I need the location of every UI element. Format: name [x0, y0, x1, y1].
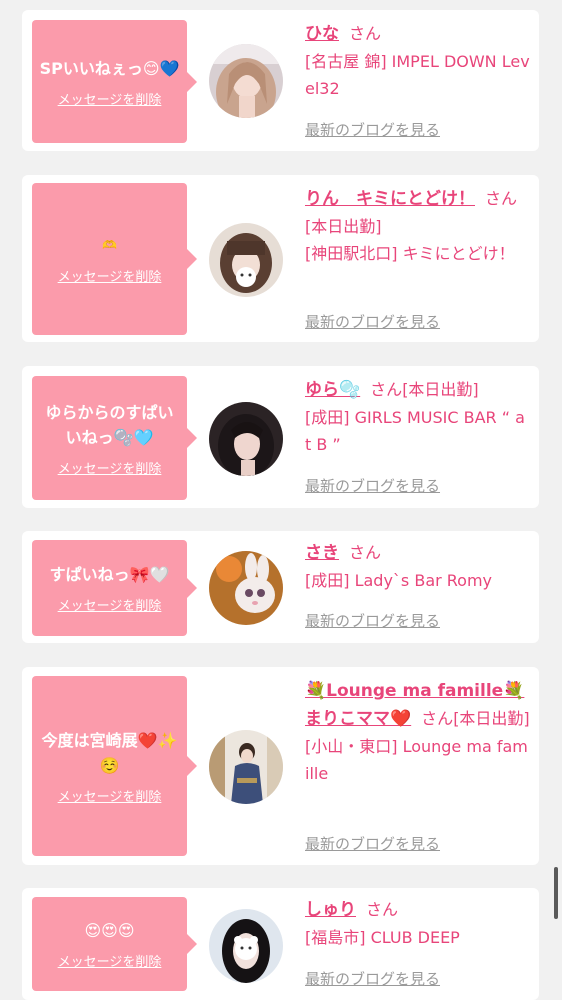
honorific: さん: [370, 380, 403, 399]
cast-info: さき さん [成田] Lady`s Bar Romy: [305, 539, 531, 594]
avatar[interactable]: [209, 551, 283, 625]
cast-photo-bunny-icon: [209, 551, 283, 625]
cast-photo-kimono-icon: [209, 730, 283, 804]
honorific: さん: [349, 24, 382, 43]
message-text: SPいいねぇっ😊💙: [39, 58, 180, 78]
shop-details: [本日出勤] [神田駅北口] キミにとどけ！: [305, 217, 515, 263]
favorite-card: すぱいねっ🎀🤍 メッセージを削除 さき さん [成田] Lady`s Bar Ro…: [22, 531, 539, 643]
favorites-feed: SPいいねぇっ😊💙 メッセージを削除 ひな さん [名古屋 錦] IMPEL DO…: [0, 0, 562, 1000]
latest-blog-link[interactable]: 最新のブログを見る: [305, 119, 440, 140]
cast-name-link[interactable]: しゅり: [305, 900, 356, 920]
favorite-card: 😍😍😍 メッセージを削除 しゅり さん [福島市] CLUB DEEP 最新のブロ…: [22, 888, 539, 1000]
avatar[interactable]: [209, 44, 283, 118]
message-bubble: 😍😍😍 メッセージを削除: [32, 897, 197, 991]
favorite-card: ゆらからのすぱいいねっ🫧🩵 メッセージを削除 ゆら🫧 さん[本日出勤] [成田] …: [22, 366, 539, 508]
honorific: さん: [485, 189, 518, 208]
cast-name-link[interactable]: ひな: [305, 24, 339, 44]
scrollbar[interactable]: [554, 867, 558, 919]
delete-message-link[interactable]: メッセージを削除: [58, 951, 162, 970]
cast-info: りん キミにとどけ！ さん [本日出勤] [神田駅北口] キミにとどけ！: [305, 185, 531, 267]
avatar[interactable]: [209, 909, 283, 983]
cast-photo-masked-icon: [209, 223, 283, 297]
delete-message-link[interactable]: メッセージを削除: [58, 786, 162, 805]
latest-blog-link[interactable]: 最新のブログを見る: [305, 968, 440, 989]
delete-message-link[interactable]: メッセージを削除: [58, 595, 162, 614]
honorific: さん: [421, 709, 454, 728]
latest-blog-link[interactable]: 最新のブログを見る: [305, 311, 440, 332]
cast-name-link[interactable]: りん キミにとどけ！: [305, 189, 475, 209]
message-text: ゆらからのすぱいいねっ🫧🩵: [45, 402, 174, 447]
message-bubble: 今度は宮崎展❤️✨☺️ メッセージを削除: [32, 676, 197, 856]
cast-photo-dark-hair-icon: [209, 402, 283, 476]
delete-message-link[interactable]: メッセージを削除: [58, 266, 162, 285]
cast-info: しゅり さん [福島市] CLUB DEEP: [305, 896, 531, 951]
cast-info: ひな さん [名古屋 錦] IMPEL DOWN Level32: [305, 20, 531, 102]
message-text: すぱいねっ🎀🤍: [49, 565, 170, 584]
honorific: さん: [349, 543, 382, 562]
favorite-card: 今度は宮崎展❤️✨☺️ メッセージを削除 💐Lounge ma famille💐…: [22, 667, 539, 865]
cast-name-link[interactable]: ゆら🫧: [305, 380, 360, 400]
message-text: 😍😍😍: [84, 921, 135, 940]
honorific: さん: [366, 900, 399, 919]
message-bubble: 🫶 メッセージを削除: [32, 183, 197, 335]
latest-blog-link[interactable]: 最新のブログを見る: [305, 833, 440, 854]
cast-info: ゆら🫧 さん[本日出勤] [成田] GIRLS MUSIC BAR “ at B …: [305, 376, 531, 458]
message-bubble: ゆらからのすぱいいねっ🫧🩵 メッセージを削除: [32, 376, 197, 500]
avatar[interactable]: [209, 223, 283, 297]
cast-info: 💐Lounge ma famille💐まりこママ❤️ さん[本日出勤] [小山・東…: [305, 677, 531, 787]
message-bubble: SPいいねぇっ😊💙 メッセージを削除: [32, 20, 197, 143]
shop-details: [名古屋 錦] IMPEL DOWN Level32: [305, 52, 530, 98]
cast-photo-blonde-icon: [209, 44, 283, 118]
message-text: 🫶: [102, 238, 117, 252]
shop-details: [成田] Lady`s Bar Romy: [305, 571, 493, 590]
shop-details: [福島市] CLUB DEEP: [305, 928, 460, 947]
message-bubble: すぱいねっ🎀🤍 メッセージを削除: [32, 540, 197, 636]
latest-blog-link[interactable]: 最新のブログを見る: [305, 475, 440, 496]
favorite-card: 🫶 メッセージを削除 りん キミにとどけ！ さん [本日出勤] [神田駅北口] キミ…: [22, 175, 539, 342]
cast-name-link[interactable]: さき: [305, 543, 339, 563]
latest-blog-link[interactable]: 最新のブログを見る: [305, 610, 440, 631]
message-text: 今度は宮崎展❤️✨☺️: [41, 730, 178, 775]
avatar[interactable]: [209, 402, 283, 476]
cast-photo-bear-sticker-icon: [209, 909, 283, 983]
avatar[interactable]: [209, 730, 283, 804]
delete-message-link[interactable]: メッセージを削除: [58, 458, 162, 477]
delete-message-link[interactable]: メッセージを削除: [58, 89, 162, 108]
favorite-card: SPいいねぇっ😊💙 メッセージを削除 ひな さん [名古屋 錦] IMPEL DO…: [22, 10, 539, 151]
